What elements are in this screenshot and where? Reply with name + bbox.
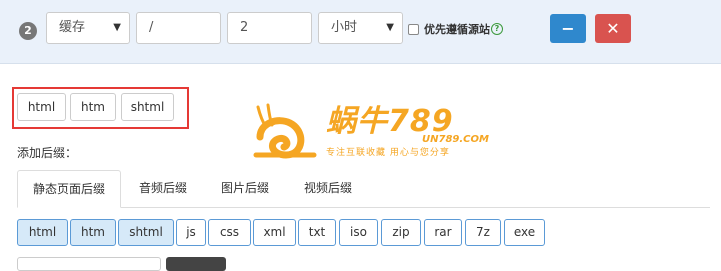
tab-static-pages[interactable]: 静态页面后缀 [17,170,121,208]
suffix-option[interactable]: iso [339,219,378,246]
suffix-option[interactable]: 7z [465,219,501,246]
selected-suffix-tag[interactable]: shtml [121,93,174,121]
tab-images[interactable]: 图片后缀 [207,170,283,208]
path-input-value: / [149,20,154,35]
suffix-option[interactable]: xml [253,219,296,246]
priority-origin-option: 优先遵循源站 ? [408,20,503,38]
add-custom-suffix-button[interactable] [166,257,226,271]
watermark-slogan: 专注互联收藏 用心与您分享 [326,148,450,158]
suffix-option[interactable]: js [176,219,206,246]
action-select[interactable]: 缓存 ▼ [46,12,130,44]
suffix-option[interactable]: zip [381,219,421,246]
suffix-option[interactable]: exe [504,219,545,246]
path-input[interactable]: / [136,12,221,44]
help-icon[interactable]: ? [491,23,503,35]
snail-logo-icon [253,103,317,159]
tab-video[interactable]: 视频后缀 [290,170,366,208]
suffix-option[interactable]: shtml [118,219,174,246]
custom-suffix-input[interactable] [17,257,161,271]
suffix-option[interactable]: html [17,219,68,246]
suffix-option[interactable]: css [208,219,251,246]
collapse-rule-button[interactable]: − [550,14,586,43]
time-input[interactable]: 2 [227,12,312,44]
watermark-domain: UN789.COM [422,134,489,145]
selected-suffix-tag[interactable]: htm [70,93,116,121]
time-input-value: 2 [240,20,249,35]
chevron-down-icon: ▼ [386,22,394,33]
chevron-down-icon: ▼ [113,22,121,33]
priority-origin-label: 优先遵循源站 [424,23,490,36]
priority-origin-checkbox[interactable] [408,23,419,35]
remove-rule-button[interactable]: ✕ [595,14,631,43]
suffix-option[interactable]: txt [298,219,336,246]
action-select-value: 缓存 [59,20,86,35]
add-suffix-label: 添加后缀： [17,146,78,160]
tab-audio[interactable]: 音频后缀 [127,170,199,208]
suffix-option[interactable]: htm [70,219,116,246]
time-unit-select[interactable]: 小时 ▼ [318,12,403,44]
rule-number-badge: 2 [19,22,37,40]
cache-rule-row: 2 缓存 ▼ / 2 小时 ▼ 优先遵循源站 ? − ✕ [0,0,721,64]
time-unit-value: 小时 [331,20,358,35]
selected-suffix-tag[interactable]: html [17,93,66,121]
suffix-option[interactable]: rar [424,219,462,246]
